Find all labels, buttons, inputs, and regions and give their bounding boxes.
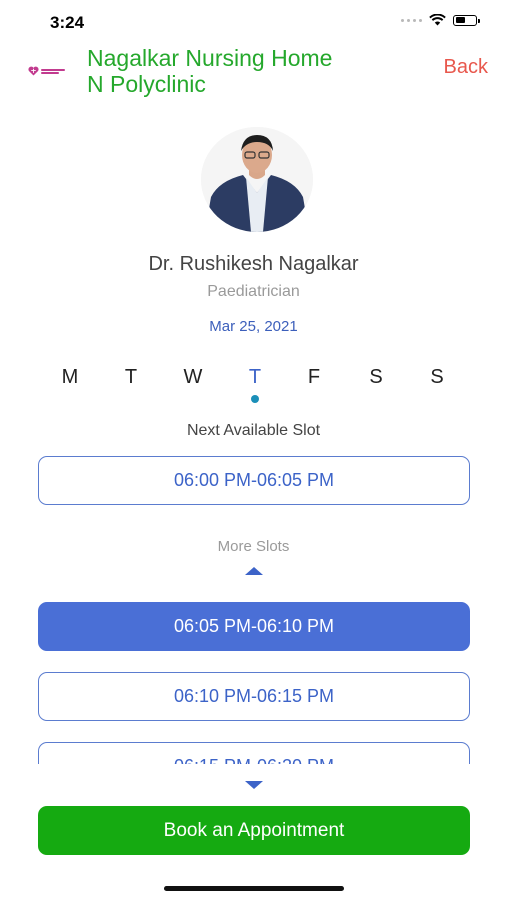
weekday-mon[interactable]: M: [55, 366, 85, 389]
next-available-slot[interactable]: 06:00 PM-06:05 PM: [38, 456, 470, 505]
clinic-title-line2: N Polyclinic: [87, 71, 206, 97]
status-icons: [401, 14, 480, 26]
slot-option[interactable]: 06:15 PM-06:20 PM: [38, 742, 470, 764]
weekday-tue[interactable]: T: [116, 366, 146, 389]
slot-option[interactable]: 06:10 PM-06:15 PM: [38, 672, 470, 721]
selected-day-indicator: [251, 395, 259, 403]
doctor-speciality: Paediatrician: [207, 283, 300, 300]
book-appointment-button[interactable]: Book an Appointment: [38, 806, 470, 855]
doctor-name: Dr. Rushikesh Nagalkar: [148, 253, 359, 275]
scroll-up-arrow-icon[interactable]: [245, 567, 263, 575]
scroll-down-arrow-icon[interactable]: [245, 781, 263, 789]
home-indicator: [164, 886, 344, 891]
status-time: 3:24: [50, 13, 85, 32]
more-slots-label: More Slots: [217, 538, 290, 555]
battery-icon: [453, 14, 480, 26]
weekday-fri[interactable]: F: [299, 366, 329, 389]
clinic-title-line1: Nagalkar Nursing Home: [87, 45, 333, 71]
selected-date: Mar 25, 2021: [209, 318, 298, 335]
clinic-title: Nagalkar Nursing Home N Polyclinic: [87, 45, 387, 97]
weekday-sun[interactable]: S: [422, 366, 452, 389]
weekday-thu[interactable]: T: [240, 366, 270, 389]
next-available-label: Next Available Slot: [186, 422, 321, 439]
doctor-avatar: [201, 127, 313, 232]
clinic-logo: [28, 64, 68, 78]
slot-list-clip: 06:15 PM-06:20 PM: [38, 742, 470, 764]
wifi-icon: [429, 14, 446, 26]
weekday-sat[interactable]: S: [361, 366, 391, 389]
weekday-wed[interactable]: W: [178, 366, 208, 389]
slot-option-selected[interactable]: 06:05 PM-06:10 PM: [38, 602, 470, 651]
cellular-signal-icon: [401, 18, 422, 22]
heart-logo-icon: [28, 66, 39, 76]
back-button[interactable]: Back: [444, 56, 488, 79]
